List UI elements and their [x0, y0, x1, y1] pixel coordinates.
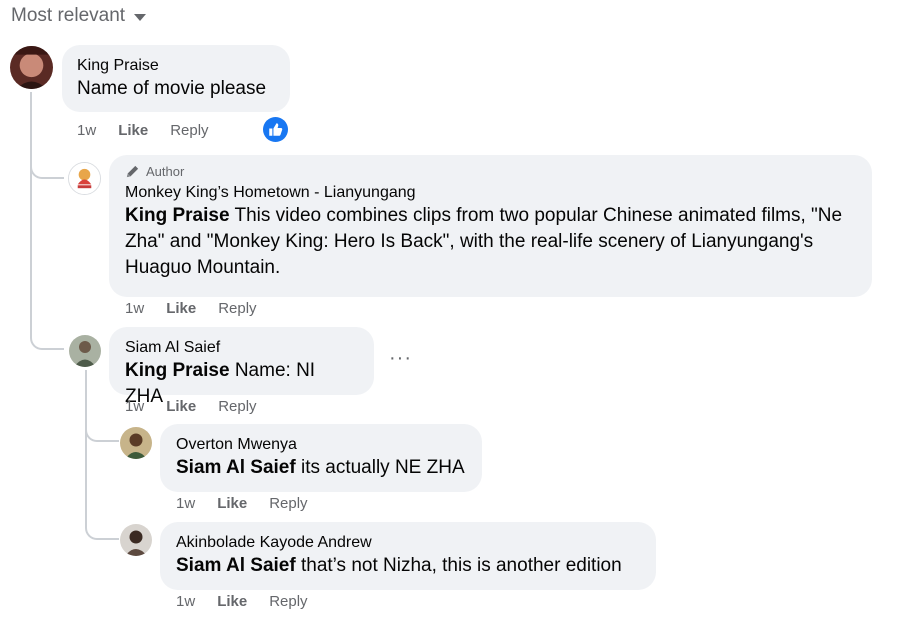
comment-actions: 1w Like Reply — [77, 122, 231, 139]
author-badge: Author — [125, 164, 856, 179]
avatar[interactable] — [69, 335, 101, 367]
comment-body: that’s not Nizha, this is another editio… — [300, 555, 622, 576]
comment-actions: 1w Like Reply — [125, 398, 279, 415]
comment-body: This video combines clips from two popul… — [125, 205, 843, 278]
caret-down-icon — [134, 14, 147, 21]
avatar[interactable] — [120, 524, 152, 556]
comment-bubble: Overton Mwenya Siam Al Saief its actuall… — [160, 424, 482, 492]
comment-bubble: King Praise Name of movie please — [62, 45, 290, 112]
comment-text: Name of movie please — [77, 78, 267, 99]
reply-button[interactable]: Reply — [218, 398, 256, 415]
like-button[interactable]: Like — [118, 122, 148, 139]
mention-link[interactable]: King Praise — [125, 205, 230, 226]
comment-time[interactable]: 1w — [125, 300, 144, 317]
comment-time[interactable]: 1w — [176, 593, 195, 610]
avatar[interactable] — [68, 162, 101, 195]
comment-text: Siam Al Saief that’s not Nizha, this is … — [176, 553, 640, 579]
mention-link[interactable]: Siam Al Saief — [176, 555, 296, 576]
comment-actions: 1w Like Reply — [176, 495, 330, 512]
comment-bubble: Siam Al Saief King Praise Name: NI ZHA — [109, 327, 374, 407]
sort-label: Most relevant — [11, 5, 126, 26]
like-button[interactable]: Like — [217, 495, 247, 512]
avatar[interactable] — [120, 427, 152, 459]
thread-connector — [30, 320, 64, 350]
comment-body: its actually NE ZHA — [300, 457, 465, 478]
thread-connector — [30, 160, 64, 179]
comment-time[interactable]: 1w — [176, 495, 195, 512]
comment-author[interactable]: Overton Mwenya — [176, 435, 466, 455]
sort-dropdown[interactable]: Most relevant — [11, 5, 147, 27]
reply-button[interactable]: Reply — [269, 495, 307, 512]
thread-line-main — [30, 92, 32, 320]
like-button[interactable]: Like — [166, 300, 196, 317]
mention-link[interactable]: Siam Al Saief — [176, 457, 296, 478]
comment-time[interactable]: 1w — [125, 398, 144, 415]
like-button[interactable]: Like — [217, 593, 247, 610]
comment-author[interactable]: King Praise — [77, 56, 275, 76]
author-badge-label: Author — [146, 164, 185, 179]
comment-actions: 1w Like Reply — [176, 593, 330, 610]
reply-button[interactable]: Reply — [170, 122, 208, 139]
like-button[interactable]: Like — [166, 398, 196, 415]
comment-actions: 1w Like Reply — [125, 300, 279, 317]
comment-author[interactable]: Monkey King’s Hometown - Lianyungang — [125, 183, 856, 203]
avatar[interactable] — [10, 46, 53, 89]
more-options-button[interactable]: ··· — [389, 347, 412, 370]
reply-button[interactable]: Reply — [269, 593, 307, 610]
comment-bubble: Akinbolade Kayode Andrew Siam Al Saief t… — [160, 522, 656, 590]
reply-button[interactable]: Reply — [218, 300, 256, 317]
comment-author[interactable]: Siam Al Saief — [125, 338, 358, 358]
thread-connector — [85, 420, 119, 442]
comment-text: Siam Al Saief its actually NE ZHA — [176, 455, 466, 481]
like-reaction-icon[interactable] — [263, 117, 288, 142]
comment-author[interactable]: Akinbolade Kayode Andrew — [176, 533, 640, 553]
pen-icon — [126, 165, 139, 178]
thread-connector — [85, 490, 119, 540]
comment-time[interactable]: 1w — [77, 122, 96, 139]
comment-text: King Praise This video combines clips fr… — [125, 203, 856, 281]
comment-bubble: Author Monkey King’s Hometown - Lianyung… — [109, 155, 872, 297]
mention-link[interactable]: King Praise — [125, 360, 230, 381]
